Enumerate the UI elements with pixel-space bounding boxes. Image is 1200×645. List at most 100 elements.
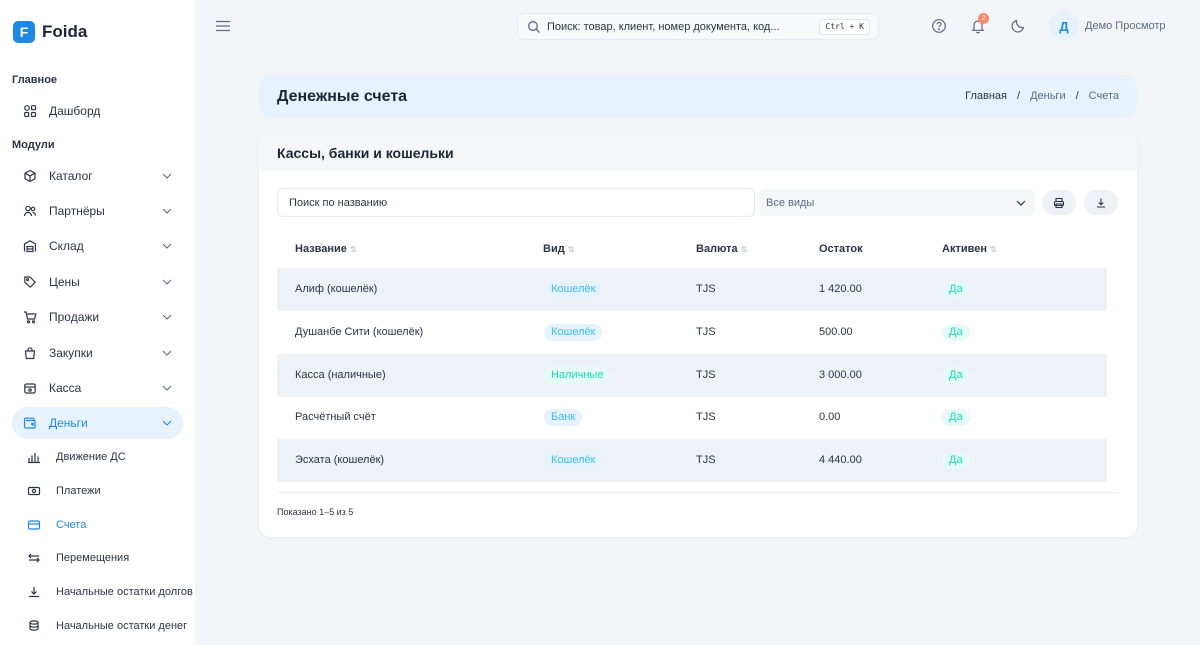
- table-row[interactable]: Расчётный счёт Банк TJS 0.00 Да: [277, 396, 1107, 439]
- global-search-placeholder: Поиск: товар, клиент, номер документа, к…: [547, 21, 780, 33]
- page-header: Денежные счета Главная / Деньги / Счета: [259, 75, 1137, 118]
- tag-icon: [23, 275, 37, 289]
- column-header-label: Остаток: [819, 243, 863, 255]
- breadcrumb-home[interactable]: Главная: [965, 90, 1007, 102]
- sidebar-subitem-label: Начальные остатки долгов: [56, 586, 193, 598]
- wallet-icon: [23, 416, 37, 430]
- breadcrumb-separator: /: [1075, 90, 1079, 102]
- help-icon[interactable]: [931, 18, 947, 34]
- cell-currency: TJS: [696, 369, 716, 381]
- download-icon: [27, 585, 41, 599]
- sort-icon: ⇅: [740, 244, 748, 254]
- pagination-info: Показано 1–5 из 5: [277, 507, 354, 517]
- sidebar-item-label: Продажи: [49, 310, 100, 324]
- sidebar-item-label: Цены: [49, 275, 80, 289]
- column-header-active[interactable]: Активен ⇅: [942, 243, 997, 255]
- sidebar-subitem-label: Начальные остатки денег: [56, 620, 188, 632]
- avatar[interactable]: Д: [1049, 11, 1079, 41]
- notification-count-badge: 2: [978, 13, 989, 24]
- name-search-placeholder: Поиск по названию: [289, 197, 388, 209]
- sidebar-item-warehouse[interactable]: Склад: [12, 230, 183, 262]
- chevron-down-icon: [162, 350, 172, 356]
- bag-icon: [23, 346, 37, 360]
- sidebar-subitem-cash-flow[interactable]: Движение ДС: [27, 447, 126, 467]
- sidebar-item-prices[interactable]: Цены: [12, 266, 183, 298]
- type-badge: Кошелёк: [544, 324, 603, 341]
- download-button[interactable]: [1084, 190, 1118, 215]
- sidebar-subitem-label: Счета: [56, 519, 87, 531]
- sidebar-item-label: Касса: [49, 381, 82, 395]
- cell-balance: 1 420.00: [819, 283, 862, 295]
- column-header-balance[interactable]: Остаток: [819, 243, 863, 255]
- type-filter-select[interactable]: Все виды: [759, 189, 1035, 216]
- moon-theme-icon[interactable]: [1010, 18, 1026, 34]
- breadcrumb-money[interactable]: Деньги: [1030, 90, 1066, 102]
- hamburger-menu-icon[interactable]: [215, 19, 231, 33]
- cell-balance: 0.00: [819, 411, 841, 423]
- sidebar-subitem-label: Платежи: [56, 485, 101, 497]
- sidebar-item-money[interactable]: Деньги: [12, 407, 183, 439]
- chevron-down-icon: [162, 173, 172, 179]
- cart-icon: [23, 310, 37, 324]
- cell-currency: TJS: [696, 454, 716, 466]
- sidebar-item-sales[interactable]: Продажи: [12, 301, 183, 333]
- breadcrumb-separator: /: [1017, 90, 1021, 102]
- global-search-input[interactable]: Поиск: товар, клиент, номер документа, к…: [517, 13, 879, 40]
- active-badge: Да: [942, 281, 970, 298]
- sort-icon: ⇅: [989, 244, 997, 254]
- name-search-input[interactable]: Поиск по названию: [277, 188, 755, 217]
- sidebar-item-purchases[interactable]: Закупки: [12, 337, 183, 369]
- cell-currency: TJS: [696, 283, 716, 295]
- sidebar-subitem-accounts[interactable]: Счета: [27, 515, 86, 535]
- breadcrumb: Главная / Деньги / Счета: [955, 90, 1119, 102]
- users-icon: [23, 204, 37, 218]
- chevron-down-icon: [1016, 200, 1026, 206]
- table-row[interactable]: Касса (наличные) Наличные TJS 3 000.00 Д…: [277, 354, 1107, 397]
- warehouse-icon: [23, 239, 37, 253]
- chart-bars-icon: [27, 450, 41, 464]
- cell-balance: 500.00: [819, 326, 853, 338]
- sidebar-subitem-opening-debts[interactable]: Начальные остатки долгов: [27, 582, 193, 602]
- sort-icon: ⇅: [567, 244, 575, 254]
- sidebar-item-label: Партнёры: [49, 204, 105, 218]
- sidebar-item-dashboard[interactable]: Дашборд: [12, 95, 183, 127]
- logo-icon: F: [13, 21, 35, 43]
- user-name[interactable]: Демо Просмотр: [1085, 20, 1166, 32]
- cell-currency: TJS: [696, 411, 716, 423]
- cell-name: Касса (наличные): [295, 369, 386, 381]
- sidebar-item-partners[interactable]: Партнёры: [12, 195, 183, 227]
- table-row[interactable]: Эсхата (кошелёк) Кошелёк TJS 4 440.00 Да: [277, 439, 1107, 482]
- sidebar: F Foida Главное Дашборд Модули Каталог П…: [0, 0, 195, 645]
- coins-icon: [27, 619, 41, 633]
- active-badge: Да: [942, 324, 970, 341]
- type-filter-value: Все виды: [766, 197, 815, 209]
- sidebar-item-label: Деньги: [49, 416, 88, 430]
- cell-name: Эсхата (кошелёк): [295, 454, 385, 466]
- search-icon: [528, 21, 540, 33]
- active-badge: Да: [942, 409, 970, 426]
- column-header-name[interactable]: Название ⇅: [295, 243, 357, 255]
- cell-name: Расчётный счёт: [295, 411, 376, 423]
- sidebar-item-catalog[interactable]: Каталог: [12, 160, 183, 192]
- sidebar-item-cashbox[interactable]: Касса: [12, 372, 183, 404]
- cell-balance: 4 440.00: [819, 454, 862, 466]
- sidebar-subitem-opening-cash[interactable]: Начальные остатки денег: [27, 616, 187, 636]
- type-badge: Кошелёк: [544, 281, 603, 298]
- print-button[interactable]: [1042, 190, 1076, 215]
- cell-name: Душанбе Сити (кошелёк): [295, 326, 424, 338]
- sidebar-subitem-payments[interactable]: Платежи: [27, 481, 101, 501]
- sidebar-item-label: Склад: [49, 239, 84, 253]
- column-header-currency[interactable]: Валюта ⇅: [696, 243, 747, 255]
- table-divider: [277, 492, 1119, 493]
- table-row[interactable]: Алиф (кошелёк) Кошелёк TJS 1 420.00 Да: [277, 268, 1107, 311]
- transfer-icon: [27, 551, 41, 565]
- dashboard-icon: [23, 104, 37, 118]
- table-row[interactable]: Душанбе Сити (кошелёк) Кошелёк TJS 500.0…: [277, 311, 1107, 354]
- column-header-type[interactable]: Вид ⇅: [543, 243, 574, 255]
- column-header-label: Вид: [543, 243, 565, 255]
- column-header-label: Активен: [942, 243, 987, 255]
- sidebar-subitem-transfers[interactable]: Перемещения: [27, 548, 129, 568]
- app-logo[interactable]: F Foida: [13, 21, 87, 43]
- sidebar-subitem-label: Перемещения: [56, 552, 130, 564]
- section-label-modules: Модули: [12, 139, 55, 151]
